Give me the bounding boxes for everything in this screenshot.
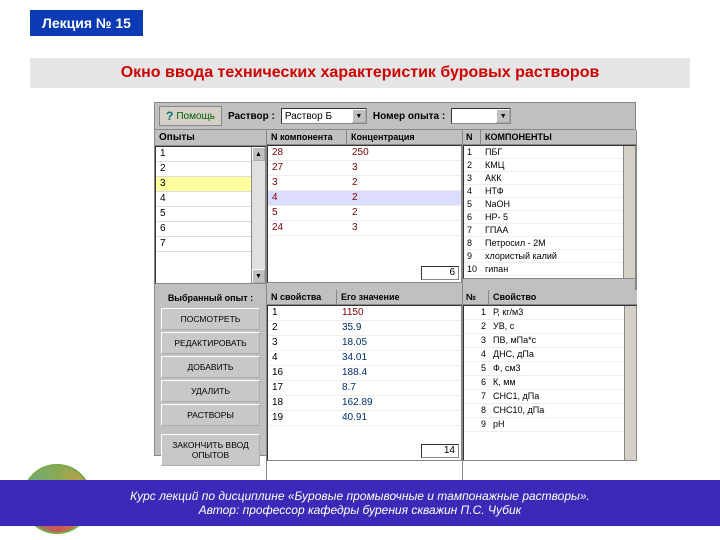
add-button[interactable]: ДОБАВИТЬ <box>161 356 260 378</box>
table-row[interactable]: 10гипан <box>464 263 623 276</box>
delete-button[interactable]: УДАЛИТЬ <box>161 380 260 402</box>
exp-no-combo[interactable]: ▼ <box>451 108 511 124</box>
table-row[interactable]: 9pH <box>464 418 624 432</box>
table-row[interactable]: 6НР- 5 <box>464 211 623 224</box>
table-row[interactable]: 243 <box>268 221 461 236</box>
table-row[interactable]: 7СНС1, дПа <box>464 390 624 404</box>
list-item[interactable]: 5 <box>156 207 251 222</box>
table-row[interactable]: 3АКК <box>464 172 623 185</box>
table-row[interactable]: 52 <box>268 206 461 221</box>
exp-no-label: Номер опыта : <box>373 111 445 122</box>
col-property: Свойство <box>489 290 637 304</box>
col-concentration: Концентрация <box>347 130 462 144</box>
table-row[interactable]: 178.7 <box>268 381 461 396</box>
footer-line2: Автор: профессор кафедры бурения скважин… <box>40 503 680 517</box>
table-row[interactable]: 1Р, кг/м3 <box>464 306 624 320</box>
scroll-up-icon[interactable]: ▲ <box>252 147 265 161</box>
table-row[interactable]: 318.05 <box>268 336 461 351</box>
table-row[interactable]: 5Ф, см3 <box>464 362 624 376</box>
col-number: № <box>463 290 489 304</box>
col-n-component: N компонента <box>267 130 347 144</box>
view-button[interactable]: ПОСМОТРЕТЬ <box>161 308 260 330</box>
component-count-input[interactable]: 6 <box>421 266 459 280</box>
list-item[interactable]: 2 <box>156 162 251 177</box>
opyty-list[interactable]: 1 2 3 4 5 6 7 <box>156 147 265 252</box>
solutions-button[interactable]: РАСТВОРЫ <box>161 404 260 426</box>
property-values-panel: N свойства Его значение 11150235.9318.05… <box>267 290 463 484</box>
help-button[interactable]: ? Помощь <box>159 106 222 126</box>
list-item[interactable]: 6 <box>156 222 251 237</box>
table-row[interactable]: 4НТФ <box>464 185 623 198</box>
footer: Курс лекций по дисциплине «Буровые промы… <box>0 480 720 526</box>
table-row[interactable]: 8СНС10, дПа <box>464 404 624 418</box>
list-item[interactable]: 1 <box>156 147 251 162</box>
table-row[interactable]: 235.9 <box>268 321 461 336</box>
components-panel: N КОМПОНЕНТЫ 1ПБГ2КМЦ3АКК4НТФ5NaOH6НР- 5… <box>463 130 637 290</box>
table-row[interactable]: 11150 <box>268 306 461 321</box>
list-item[interactable]: 3 <box>156 177 251 192</box>
property-count-input[interactable]: 14 <box>421 444 459 458</box>
selected-exp-label: Выбранный опыт : <box>155 290 266 306</box>
lecture-badge: Лекция № 15 <box>30 10 143 36</box>
solution-label: Раствор : <box>228 111 275 122</box>
footer-line1: Курс лекций по дисциплине «Буровые промы… <box>40 489 680 503</box>
table-row[interactable]: 5NaOH <box>464 198 623 211</box>
table-row[interactable]: 6К, мм <box>464 376 624 390</box>
list-item[interactable]: 7 <box>156 237 251 252</box>
col-n: N <box>463 130 481 144</box>
opyty-header: Опыты <box>155 130 266 146</box>
table-row[interactable]: 1ПБГ <box>464 146 623 159</box>
scrollbar[interactable] <box>624 306 636 460</box>
col-components: КОМПОНЕНТЫ <box>481 130 636 144</box>
table-row[interactable]: 4ДНС, дПа <box>464 348 624 362</box>
table-row[interactable]: 434.01 <box>268 351 461 366</box>
scroll-down-icon[interactable]: ▼ <box>252 269 265 283</box>
table-row[interactable]: 273 <box>268 161 461 176</box>
table-row[interactable]: 3ПВ, мПа*с <box>464 334 624 348</box>
solution-combo[interactable]: Раствор Б ▼ <box>281 108 367 124</box>
edit-button[interactable]: РЕДАКТИРОВАТЬ <box>161 332 260 354</box>
help-icon: ? <box>166 109 173 123</box>
opyty-panel: Опыты 1 2 3 4 5 6 7 ▲ ▼ <box>155 130 267 290</box>
solution-value: Раствор Б <box>285 111 332 122</box>
table-row[interactable]: 1940.91 <box>268 411 461 426</box>
actions-panel: Выбранный опыт : ПОСМОТРЕТЬ РЕДАКТИРОВАТ… <box>155 290 267 484</box>
table-row[interactable]: 28250 <box>268 146 461 161</box>
table-row[interactable]: 2КМЦ <box>464 159 623 172</box>
table-row[interactable]: 32 <box>268 176 461 191</box>
finish-button[interactable]: ЗАКОНЧИТЬ ВВОД ОПЫТОВ <box>161 434 260 466</box>
list-item[interactable]: 4 <box>156 192 251 207</box>
page-title: Окно ввода технических характеристик бур… <box>30 58 690 88</box>
scrollbar[interactable]: ▲ ▼ <box>251 147 265 283</box>
chevron-down-icon: ▼ <box>352 109 366 123</box>
table-row[interactable]: 7ГПАА <box>464 224 623 237</box>
col-value: Его значение <box>337 290 462 304</box>
component-concentration-panel: N компонента Концентрация 28250273324252… <box>267 130 463 290</box>
help-label: Помощь <box>176 111 215 122</box>
table-row[interactable]: 18162.89 <box>268 396 461 411</box>
scrollbar[interactable] <box>623 146 635 278</box>
col-n-property: N свойства <box>267 290 337 304</box>
table-row[interactable]: 16188.4 <box>268 366 461 381</box>
table-row[interactable]: 8Петросил - 2М <box>464 237 623 250</box>
properties-panel: № Свойство 1Р, кг/м32УВ, с3ПВ, мПа*с4ДНС… <box>463 290 637 484</box>
table-row[interactable]: 42 <box>268 191 461 206</box>
app-window: ? Помощь Раствор : Раствор Б ▼ Номер опы… <box>154 102 636 456</box>
table-row[interactable]: 9хлористый калий <box>464 250 623 263</box>
table-row[interactable]: 2УВ, с <box>464 320 624 334</box>
chevron-down-icon: ▼ <box>496 109 510 123</box>
toolbar: ? Помощь Раствор : Раствор Б ▼ Номер опы… <box>155 103 635 130</box>
